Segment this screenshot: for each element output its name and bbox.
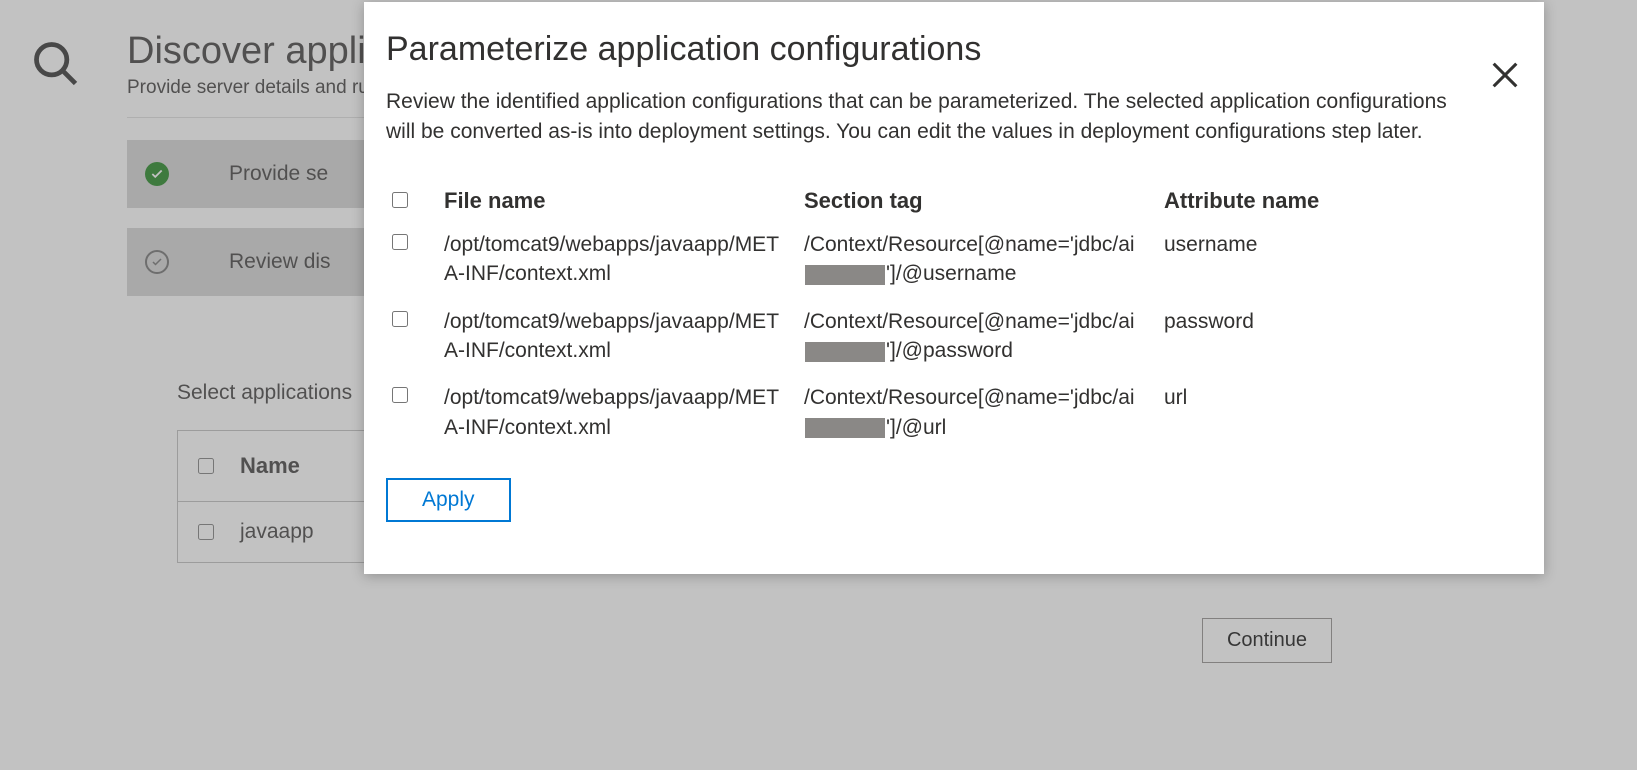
config-row: /opt/tomcat9/webapps/javaapp/META-INF/co… <box>386 307 1510 366</box>
section-pre: /Context/Resource[@name='jdbc/ai <box>804 386 1135 409</box>
attribute-name-cell: password <box>1164 307 1510 336</box>
config-row-checkbox[interactable] <box>392 387 408 403</box>
redacted-text <box>805 342 885 362</box>
section-tag-cell: /Context/Resource[@name='jdbc/ai ']/@url <box>804 383 1164 442</box>
section-tag-cell: /Context/Resource[@name='jdbc/ai ']/@pass… <box>804 307 1164 366</box>
file-name-cell: /opt/tomcat9/webapps/javaapp/META-INF/co… <box>444 383 804 442</box>
modal-title: Parameterize application configurations <box>386 30 1510 69</box>
file-name-cell: /opt/tomcat9/webapps/javaapp/META-INF/co… <box>444 307 804 366</box>
section-pre: /Context/Resource[@name='jdbc/ai <box>804 233 1135 256</box>
apply-button[interactable]: Apply <box>386 478 511 522</box>
config-row: /opt/tomcat9/webapps/javaapp/META-INF/co… <box>386 383 1510 442</box>
header-attribute-name: Attribute name <box>1164 188 1510 214</box>
attribute-name-cell: username <box>1164 230 1510 259</box>
attribute-name-cell: url <box>1164 383 1510 412</box>
header-section-tag: Section tag <box>804 188 1164 214</box>
config-row-checkbox[interactable] <box>392 234 408 250</box>
section-post: ']/@password <box>886 339 1013 362</box>
section-tag-cell: /Context/Resource[@name='jdbc/ai ']/@user… <box>804 230 1164 289</box>
config-row-checkbox[interactable] <box>392 311 408 327</box>
parameterize-modal: Parameterize application configurations … <box>364 2 1544 574</box>
redacted-text <box>805 265 885 285</box>
redacted-text <box>805 418 885 438</box>
close-icon[interactable] <box>1488 58 1522 97</box>
section-pre: /Context/Resource[@name='jdbc/ai <box>804 310 1135 333</box>
config-row: /opt/tomcat9/webapps/javaapp/META-INF/co… <box>386 230 1510 289</box>
file-name-cell: /opt/tomcat9/webapps/javaapp/META-INF/co… <box>444 230 804 289</box>
section-post: ']/@url <box>886 416 946 439</box>
modal-description: Review the identified application config… <box>386 87 1456 148</box>
header-file-name: File name <box>444 188 804 214</box>
select-all-configs-checkbox[interactable] <box>392 192 408 208</box>
section-post: ']/@username <box>886 262 1016 285</box>
